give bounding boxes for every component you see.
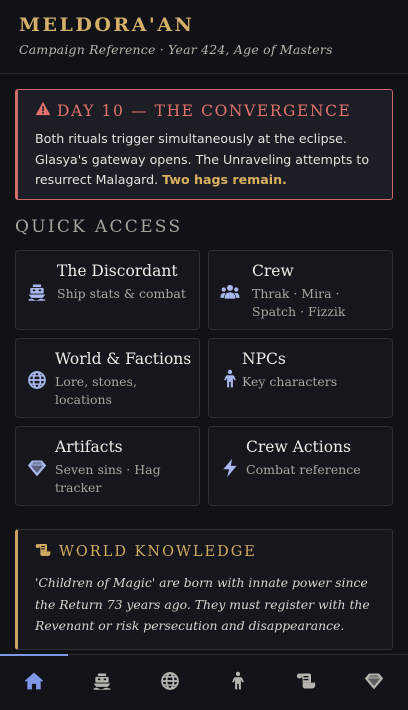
ship-icon [27, 282, 47, 302]
card-the-discordant[interactable]: The Discordant Ship stats & combat [15, 250, 200, 330]
nav-ship[interactable] [68, 671, 136, 695]
convergence-alert: DAY 10 — THE CONVERGENCE Both rituals tr… [15, 89, 393, 200]
card-desc: Seven sins · Hag tracker [55, 462, 161, 495]
alert-header: DAY 10 — THE CONVERGENCE [35, 101, 378, 120]
app-header: MELDORA'AN Campaign Reference · Year 424… [0, 0, 408, 74]
card-artifacts[interactable]: Artifacts Seven sins · Hag tracker [15, 426, 200, 506]
card-desc: Ship stats & combat [57, 286, 186, 301]
warning-icon [35, 101, 51, 120]
world-knowledge-title: WORLD KNOWLEDGE [59, 544, 257, 560]
card-desc: Lore, stones, locations [55, 374, 137, 407]
bolt-icon [220, 458, 240, 478]
scroll-icon [35, 543, 51, 561]
world-knowledge-body: 'Children of Magic' are born with innate… [35, 575, 370, 633]
nav-lore[interactable] [272, 671, 340, 695]
card-desc: Thrak · Mira · Spatch · Fizzik [252, 286, 346, 319]
alert-body: Both rituals trigger simultaneously at t… [35, 129, 378, 191]
app-title: MELDORA'AN [19, 14, 195, 36]
nav-world[interactable] [136, 671, 204, 695]
nav-npcs[interactable] [204, 671, 272, 695]
person-icon [220, 369, 240, 389]
card-title: World & Factions [55, 350, 192, 368]
card-world-factions[interactable]: World & Factions Lore, stones, locations [15, 338, 200, 418]
users-icon [220, 282, 240, 302]
world-knowledge-header: WORLD KNOWLEDGE [35, 543, 382, 561]
scroll-icon [296, 671, 316, 695]
world-knowledge-panel: WORLD KNOWLEDGE 'Children of Magic' are … [15, 529, 393, 650]
card-npcs[interactable]: NPCs Key characters [208, 338, 393, 418]
card-desc: Combat reference [246, 462, 361, 477]
card-title: The Discordant [57, 262, 178, 280]
card-title: Artifacts [55, 438, 123, 456]
card-crew-actions[interactable]: Crew Actions Combat reference [208, 426, 393, 506]
card-title: Crew Actions [246, 438, 351, 456]
card-crew[interactable]: Crew Thrak · Mira · Spatch · Fizzik [208, 250, 393, 330]
quick-access-title: QUICK ACCESS [15, 217, 183, 237]
home-icon [24, 671, 44, 695]
alert-title: DAY 10 — THE CONVERGENCE [57, 101, 352, 120]
person-icon [228, 671, 248, 695]
globe-icon [160, 671, 180, 695]
nav-home[interactable] [0, 671, 68, 695]
alert-highlight: Two hags remain. [162, 172, 287, 187]
globe-icon [27, 370, 47, 390]
card-desc: Key characters [242, 374, 338, 389]
card-title: Crew [252, 262, 294, 280]
nav-active-indicator [0, 654, 68, 656]
gem-icon [364, 671, 384, 695]
gem-icon [27, 458, 47, 478]
ship-icon [92, 671, 112, 695]
nav-artifacts[interactable] [340, 671, 408, 695]
app-subtitle: Campaign Reference · Year 424, Age of Ma… [19, 42, 333, 57]
bottom-nav [0, 654, 408, 710]
card-title: NPCs [242, 350, 286, 368]
